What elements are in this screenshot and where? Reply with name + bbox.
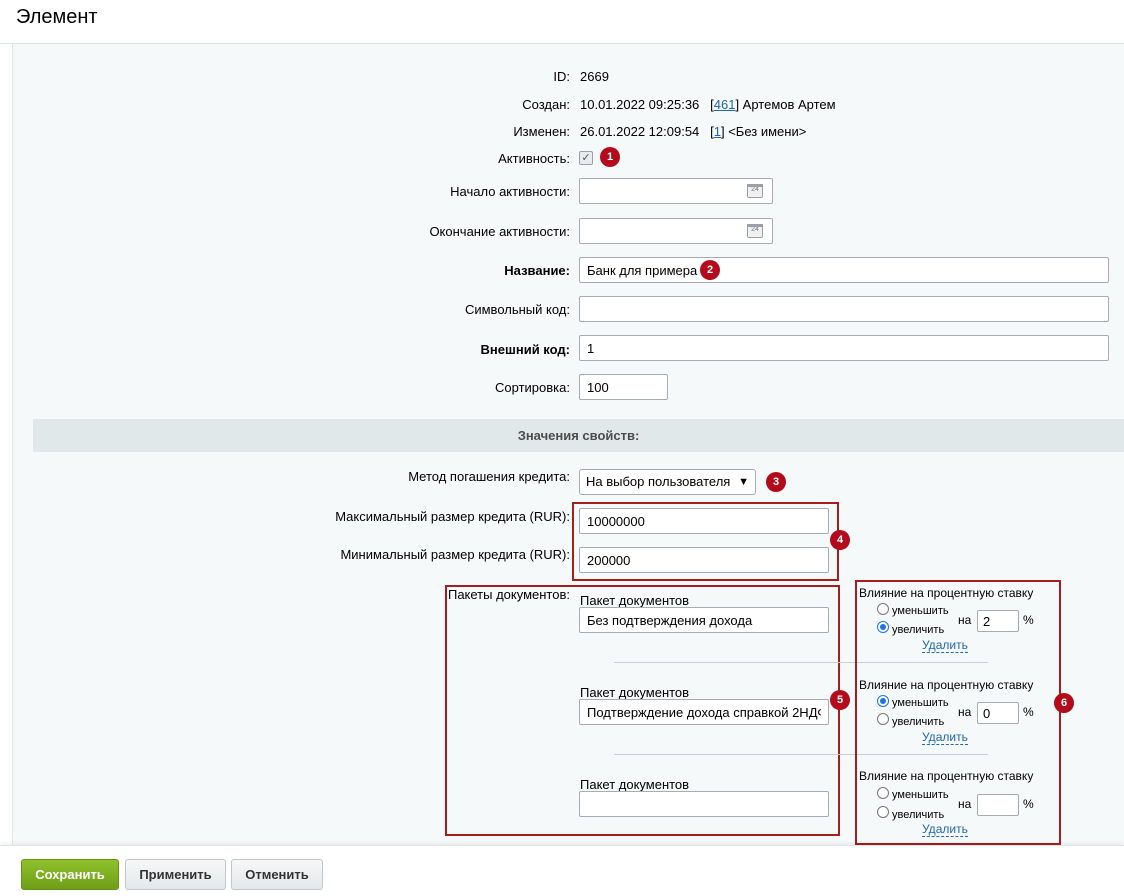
min-credit-input[interactable]: [579, 547, 829, 573]
rate-increase-radio-2[interactable]: [877, 713, 889, 725]
rate-delete-link-2[interactable]: Удалить: [922, 730, 968, 745]
name-label: Название:: [504, 263, 570, 278]
created-user: Артемов Артем: [742, 97, 836, 112]
sort-label: Сортировка:: [495, 380, 570, 395]
max-credit-label: Максимальный размер кредита (RUR):: [335, 509, 570, 524]
active-to-input[interactable]: [579, 218, 773, 244]
packages-label: Пакеты документов:: [447, 587, 570, 602]
sort-input[interactable]: [579, 374, 668, 400]
rate-title: Влияние на процентную ставку: [859, 769, 1034, 783]
xml-id-label: Внешний код:: [480, 342, 570, 357]
package-caption: Пакет документов: [580, 777, 690, 792]
rate-title: Влияние на процентную ставку: [859, 586, 1034, 600]
id-value: 2669: [580, 69, 609, 84]
active-from-input[interactable]: [579, 178, 773, 204]
save-button[interactable]: Сохранить: [21, 859, 119, 890]
cancel-button[interactable]: Отменить: [231, 859, 323, 890]
code-input[interactable]: [579, 296, 1109, 322]
rate-decrease-radio-1[interactable]: [877, 603, 889, 615]
active-from-label: Начало активности:: [450, 184, 570, 199]
modified-date: 26.01.2022 12:09:54: [580, 124, 700, 139]
package-caption: Пакет документов: [580, 593, 690, 608]
rate-by-label: на: [958, 797, 972, 811]
min-credit-label: Минимальный размер кредита (RUR):: [340, 547, 570, 562]
rate-increase-label: увеличить: [892, 716, 945, 728]
chevron-down-icon: ▼: [738, 476, 749, 488]
created-user-link[interactable]: 461: [714, 97, 736, 112]
rate-increase-radio-1[interactable]: [877, 621, 889, 633]
rate-increase-label: увеличить: [892, 624, 945, 636]
rate-value-input-2[interactable]: [977, 702, 1019, 724]
repayment-selected: На выбор пользователя: [586, 474, 731, 489]
modified-user: <Без имени>: [728, 124, 807, 139]
active-label: Активность:: [498, 151, 570, 166]
annotation-badge-5: 5: [830, 690, 850, 710]
repayment-label: Метод погашения кредита:: [408, 469, 570, 484]
max-credit-input[interactable]: [579, 508, 829, 534]
rate-decrease-radio-3[interactable]: [877, 787, 889, 799]
percent-sign: %: [1023, 705, 1034, 719]
active-checkbox[interactable]: ✓: [579, 151, 593, 165]
modified-user-link[interactable]: 1: [714, 124, 721, 139]
package-input-1[interactable]: [579, 607, 829, 633]
active-to-label: Окончание активности:: [429, 224, 570, 239]
apply-button[interactable]: Применить: [125, 859, 226, 890]
annotation-badge-6: 6: [1054, 693, 1074, 713]
code-label: Символьный код:: [464, 302, 570, 317]
name-input[interactable]: [579, 257, 1109, 283]
rate-title: Влияние на процентную ставку: [859, 678, 1034, 692]
created-date: 10.01.2022 09:25:36: [580, 97, 700, 112]
rate-decrease-label: уменьшить: [892, 697, 949, 709]
rate-value-input-3[interactable]: [977, 794, 1019, 816]
id-label: ID:: [553, 69, 570, 84]
rate-increase-radio-3[interactable]: [877, 806, 889, 818]
annotation-badge-3: 3: [766, 472, 786, 492]
rate-decrease-label: уменьшить: [892, 789, 949, 801]
rate-value-input-1[interactable]: [977, 610, 1019, 632]
annotation-badge-1: 1: [600, 147, 620, 167]
package-input-2[interactable]: [579, 699, 829, 725]
modified-label: Изменен:: [513, 124, 570, 139]
package-caption: Пакет документов: [580, 685, 690, 700]
rate-by-label: на: [958, 613, 972, 627]
repayment-select[interactable]: На выбор пользователя ▼: [579, 469, 756, 495]
check-icon: ✓: [581, 152, 591, 164]
created-info: 10.01.2022 09:25:36 [461] Артемов Артем: [580, 97, 836, 112]
rate-decrease-label: уменьшить: [892, 605, 949, 617]
properties-section-title: Значения свойств:: [517, 428, 640, 443]
package-input-3[interactable]: [579, 791, 829, 817]
page-title: Элемент: [16, 6, 98, 28]
modified-info: 26.01.2022 12:09:54 [1] <Без имени>: [580, 124, 807, 139]
rate-delete-link-3[interactable]: Удалить: [922, 822, 968, 837]
annotation-badge-2: 2: [700, 260, 720, 280]
percent-sign: %: [1023, 797, 1034, 811]
calendar-icon[interactable]: 24: [747, 184, 763, 198]
xml-id-input[interactable]: [579, 335, 1109, 361]
percent-sign: %: [1023, 613, 1034, 627]
rate-delete-link-1[interactable]: Удалить: [922, 638, 968, 653]
calendar-icon[interactable]: 24: [747, 224, 763, 238]
annotation-badge-4: 4: [830, 530, 850, 550]
created-label: Создан:: [522, 97, 570, 112]
rate-by-label: на: [958, 705, 972, 719]
rate-increase-label: увеличить: [892, 809, 945, 821]
rate-decrease-radio-2[interactable]: [877, 695, 889, 707]
